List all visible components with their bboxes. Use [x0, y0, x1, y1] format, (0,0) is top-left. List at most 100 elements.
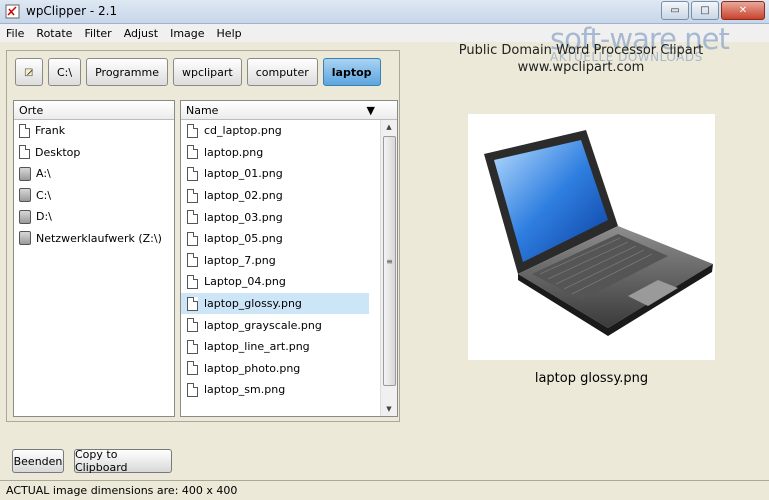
file-name: laptop_grayscale.png: [204, 318, 322, 332]
file-icon: [187, 210, 198, 225]
file-icon: [187, 231, 198, 246]
browser-panel: C:\ Programme wpclipart computer laptop …: [6, 50, 400, 422]
menu-adjust[interactable]: Adjust: [118, 27, 164, 40]
file-icon: [187, 296, 198, 311]
file-item[interactable]: laptop_line_art.png: [181, 336, 369, 358]
path-item-programme[interactable]: Programme: [86, 58, 168, 86]
drive-icon: [19, 188, 31, 203]
file-name: laptop_7.png: [204, 253, 276, 267]
file-item[interactable]: laptop_7.png: [181, 250, 369, 272]
path-item-c[interactable]: C:\: [48, 58, 82, 86]
file-icon: [19, 123, 30, 138]
file-icon: [187, 361, 198, 376]
file-item[interactable]: laptop.png: [181, 142, 369, 164]
name-column-label: Name: [186, 103, 219, 117]
file-name: laptop.png: [204, 145, 264, 159]
source-line-1: Public Domain Word Processor Clipart: [458, 43, 704, 58]
place-label: Desktop: [35, 145, 81, 159]
maximize-button[interactable]: □: [691, 1, 719, 20]
file-name: laptop_sm.png: [204, 383, 286, 397]
source-line-2: www.wpclipart.com: [517, 60, 645, 75]
menu-help[interactable]: Help: [211, 27, 248, 40]
title-bar: wpClipper - 2.1 ▭ □ ✕: [0, 0, 769, 24]
menu-filter[interactable]: Filter: [78, 27, 117, 40]
path-item-laptop[interactable]: laptop: [322, 58, 381, 86]
scroll-up-icon[interactable]: ▲: [381, 120, 397, 134]
place-label: Netzwerklaufwerk (Z:\): [36, 231, 162, 245]
file-name: laptop_photo.png: [204, 361, 301, 375]
preview-caption: laptop glossy.png: [534, 371, 649, 386]
place-item-c-drive[interactable]: C:\: [14, 185, 174, 207]
place-item-frank[interactable]: Frank: [14, 120, 174, 142]
place-item-d-drive[interactable]: D:\: [14, 206, 174, 228]
file-icon: [187, 145, 198, 160]
drive-icon: [19, 209, 31, 224]
sort-desc-icon: ▼: [366, 103, 375, 117]
places-list: Orte Frank Desktop A:\ C:\ D:\ Netzwerkl…: [13, 100, 175, 417]
copy-to-clipboard-button[interactable]: Copy to Clipboard: [74, 448, 172, 474]
path-item-wpclipart[interactable]: wpclipart: [173, 58, 242, 86]
menu-file[interactable]: File: [0, 27, 30, 40]
file-list-scrollbar[interactable]: ▲ ≡ ▼: [380, 120, 397, 416]
drive-icon: [19, 166, 31, 181]
places-header[interactable]: Orte: [14, 101, 174, 120]
place-item-network-drive[interactable]: Netzwerklaufwerk (Z:\): [14, 228, 174, 250]
place-label: A:\: [36, 167, 51, 181]
close-icon: ✕: [738, 5, 748, 16]
minimize-icon: ▭: [670, 5, 680, 16]
image-preview: [468, 114, 715, 360]
minimize-button[interactable]: ▭: [661, 1, 689, 20]
file-icon: [187, 274, 198, 289]
file-icon: [19, 145, 30, 160]
close-button[interactable]: ✕: [721, 1, 765, 20]
file-item[interactable]: Laptop_04.png: [181, 271, 369, 293]
menu-rotate[interactable]: Rotate: [30, 27, 78, 40]
file-icon: [187, 166, 198, 181]
file-item[interactable]: laptop_photo.png: [181, 358, 369, 380]
file-item[interactable]: laptop_05.png: [181, 228, 369, 250]
edit-path-button[interactable]: [15, 58, 43, 86]
file-icon: [187, 318, 198, 333]
maximize-icon: □: [700, 5, 710, 16]
file-icon: [187, 253, 198, 268]
file-name: laptop_05.png: [204, 232, 283, 246]
place-label: D:\: [36, 210, 52, 224]
file-name: laptop_line_art.png: [204, 340, 310, 354]
window-title: wpClipper - 2.1: [26, 4, 118, 18]
file-icon: [187, 188, 198, 203]
file-name: laptop_03.png: [204, 210, 283, 224]
file-name: laptop_02.png: [204, 189, 283, 203]
place-label: C:\: [36, 188, 52, 202]
file-item[interactable]: laptop_02.png: [181, 185, 369, 207]
file-name: cd_laptop.png: [204, 124, 282, 138]
path-item-computer[interactable]: computer: [246, 58, 318, 86]
status-bar: ACTUAL image dimensions are: 400 x 400: [0, 480, 769, 500]
laptop-image: [484, 130, 713, 336]
file-icon: [187, 339, 198, 354]
status-text: ACTUAL image dimensions are: 400 x 400: [6, 484, 238, 497]
file-item[interactable]: cd_laptop.png: [181, 120, 369, 142]
scroll-down-icon[interactable]: ▼: [381, 402, 397, 416]
file-item-selected[interactable]: laptop_glossy.png: [181, 292, 369, 315]
place-item-desktop[interactable]: Desktop: [14, 142, 174, 164]
scroll-thumb[interactable]: ≡: [383, 136, 396, 386]
file-item[interactable]: laptop_grayscale.png: [181, 314, 369, 336]
file-item[interactable]: laptop_03.png: [181, 206, 369, 228]
menu-image[interactable]: Image: [164, 27, 210, 40]
edit-icon: [24, 68, 33, 77]
app-icon: [5, 4, 20, 19]
file-name: laptop_01.png: [204, 167, 283, 181]
drive-icon: [19, 231, 31, 246]
file-list-header[interactable]: Name ▼: [181, 101, 397, 120]
file-icon: [187, 123, 198, 138]
quit-button[interactable]: Beenden: [12, 449, 64, 473]
file-list: Name ▼ cd_laptop.png laptop.png laptop_0…: [180, 100, 398, 417]
file-item[interactable]: laptop_sm.png: [181, 379, 369, 401]
place-item-a-drive[interactable]: A:\: [14, 163, 174, 185]
file-name: laptop_glossy.png: [204, 297, 302, 311]
place-label: Frank: [35, 124, 66, 138]
file-item[interactable]: laptop_01.png: [181, 163, 369, 185]
file-icon: [187, 382, 198, 397]
path-bar: C:\ Programme wpclipart computer laptop: [15, 57, 381, 87]
file-name: Laptop_04.png: [204, 275, 286, 289]
